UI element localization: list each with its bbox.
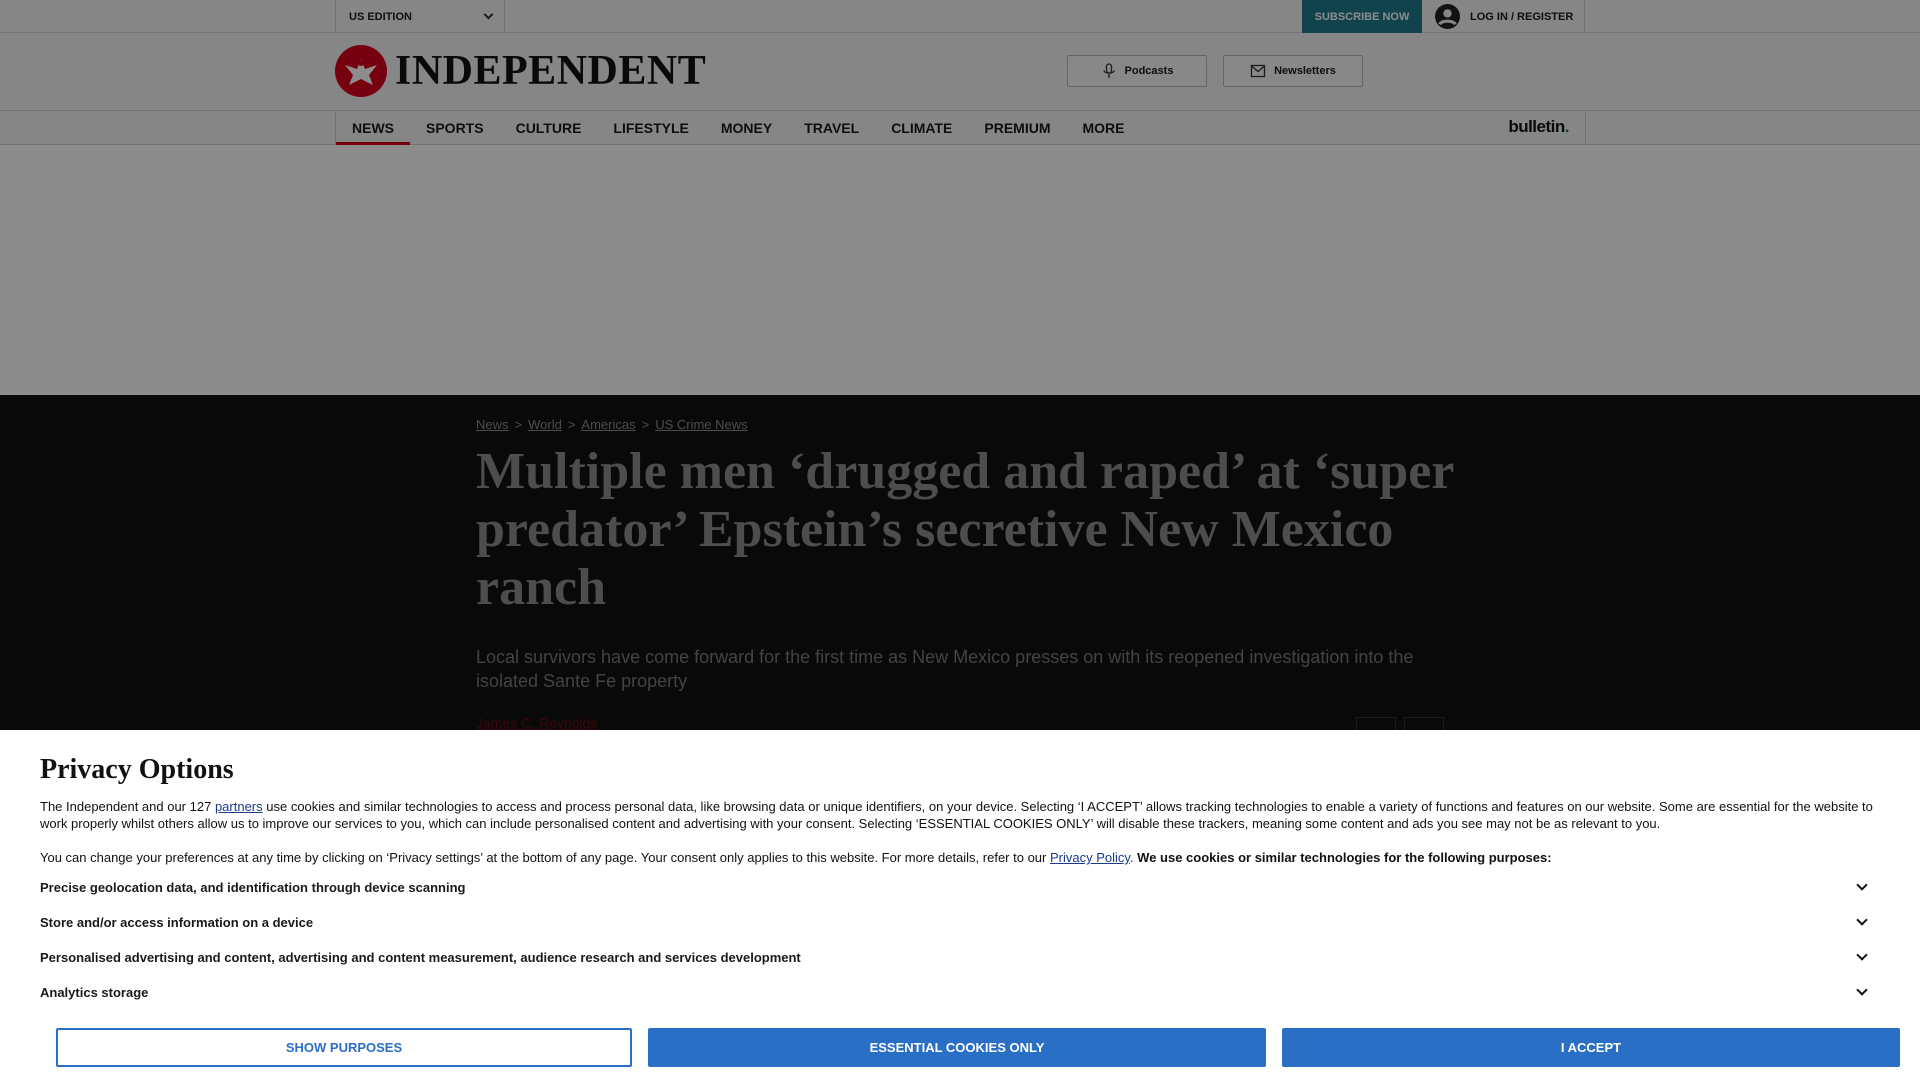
modal-backdrop bbox=[0, 0, 1920, 730]
essential-cookies-button[interactable]: ESSENTIAL COOKIES ONLY bbox=[648, 1028, 1266, 1067]
purpose-device-storage[interactable]: Store and/or access information on a dev… bbox=[40, 911, 1880, 933]
purpose-personalised-advertising[interactable]: Personalised advertising and content, ad… bbox=[40, 946, 1880, 968]
partners-link[interactable]: partners bbox=[215, 799, 263, 814]
privacy-policy-link[interactable]: Privacy Policy bbox=[1050, 850, 1130, 865]
purpose-analytics-storage[interactable]: Analytics storage bbox=[40, 981, 1880, 1003]
show-purposes-button[interactable]: SHOW PURPOSES bbox=[56, 1028, 632, 1067]
privacy-intro-rest: use cookies and similar technologies to … bbox=[40, 799, 1873, 831]
chevron-down-icon bbox=[1856, 879, 1868, 891]
privacy-prefs-start: You can change your preferences at any t… bbox=[40, 850, 1050, 865]
privacy-title: Privacy Options bbox=[40, 754, 234, 785]
chevron-down-icon bbox=[1856, 914, 1868, 926]
purpose-label: Store and/or access information on a dev… bbox=[40, 914, 314, 930]
purpose-geolocation[interactable]: Precise geolocation data, and identifica… bbox=[40, 876, 1880, 898]
chevron-down-icon bbox=[1856, 949, 1868, 961]
chevron-down-icon bbox=[1856, 984, 1868, 996]
privacy-intro-text: The Independent and our 127 partners use… bbox=[40, 798, 1880, 832]
accept-button[interactable]: I ACCEPT bbox=[1282, 1028, 1900, 1067]
purpose-label: Personalised advertising and content, ad… bbox=[40, 949, 801, 965]
purpose-label: Analytics storage bbox=[40, 984, 149, 1000]
purpose-label: Precise geolocation data, and identifica… bbox=[40, 879, 466, 895]
purposes-heading: We use cookies or similar technologies f… bbox=[1137, 850, 1552, 865]
privacy-preferences-text: You can change your preferences at any t… bbox=[40, 849, 1880, 866]
privacy-intro-start: The Independent and our 127 bbox=[40, 799, 215, 814]
